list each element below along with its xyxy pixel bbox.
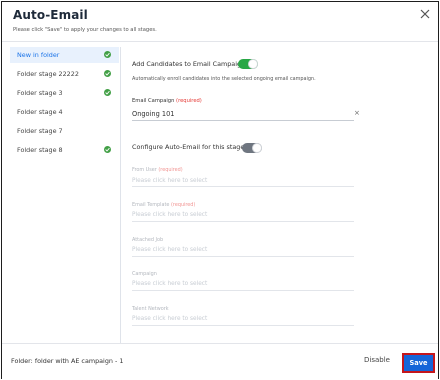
modal-header: Auto-Email Please click "Save" to apply …	[2, 2, 438, 42]
modal-title: Auto-Email	[13, 8, 88, 22]
email-template-label-text: Email Template	[132, 202, 170, 208]
toggle-knob	[248, 59, 258, 69]
folder-name-text: Folder: folder with AE campaign - 1	[11, 357, 124, 365]
modal-subtitle: Please click "Save" to apply your change…	[13, 27, 157, 33]
sidebar-item-label: New in folder	[17, 51, 60, 59]
sidebar-item-folder-stage-22222[interactable]: Folder stage 22222	[10, 66, 119, 82]
close-icon	[420, 9, 430, 19]
configure-auto-email-label: Configure Auto-Email for this stage	[132, 143, 245, 151]
from-user-label-text: From User	[132, 167, 157, 173]
required-marker: (required)	[171, 202, 196, 208]
save-button[interactable]: Save	[402, 353, 435, 373]
sidebar-item-label: Folder stage 7	[17, 127, 63, 135]
sidebar-item-folder-stage-4[interactable]: Folder stage 4	[10, 104, 119, 120]
email-template-underline	[132, 221, 354, 222]
sidebar-item-folder-stage-7[interactable]: Folder stage 7	[10, 123, 119, 139]
attached-job-label: Attached Job	[132, 237, 164, 243]
configure-auto-email-toggle[interactable]	[242, 143, 262, 153]
campaign-underline	[132, 290, 354, 291]
from-user-select[interactable]: Please click here to select	[132, 178, 207, 184]
talent-network-select[interactable]: Please click here to select	[132, 316, 207, 322]
email-campaign-label: Email Campaign (required)	[132, 98, 202, 104]
sidebar-item-label: Folder stage 22222	[17, 70, 79, 78]
add-candidates-toggle[interactable]	[238, 59, 258, 69]
attached-job-select[interactable]: Please click here to select	[132, 247, 207, 253]
sidebar-item-folder-stage-8[interactable]: Folder stage 8	[10, 142, 119, 158]
sidebar-divider	[120, 47, 121, 343]
disable-button[interactable]: Disable	[364, 356, 390, 364]
check-icon	[104, 146, 111, 153]
check-icon	[104, 89, 111, 96]
campaign-label: Campaign	[132, 271, 157, 277]
email-template-select[interactable]: Please click here to select	[132, 212, 207, 218]
sidebar-item-new-in-folder[interactable]: New in folder	[10, 47, 119, 63]
clear-campaign-icon[interactable]: ×	[354, 109, 360, 117]
toggle-knob	[252, 143, 262, 153]
modal-footer: Folder: folder with AE campaign - 1 Disa…	[2, 343, 438, 379]
from-user-label: From User (required)	[132, 167, 183, 173]
required-marker: (required)	[158, 167, 183, 173]
sidebar-item-label: Folder stage 8	[17, 146, 63, 154]
check-icon	[104, 70, 111, 77]
required-marker: (required)	[176, 98, 202, 104]
email-template-label: Email Template (required)	[132, 202, 195, 208]
close-button[interactable]	[418, 7, 432, 21]
add-candidates-label: Add Candidates to Email Campaign	[132, 60, 246, 68]
sidebar-item-folder-stage-3[interactable]: Folder stage 3	[10, 85, 119, 101]
stage-sidebar: New in folder Folder stage 22222 Folder …	[10, 47, 119, 343]
check-icon	[104, 51, 111, 58]
stage-settings-panel: Add Candidates to Email Campaign Automat…	[132, 47, 432, 343]
add-candidates-description: Automatically enroll candidates into the…	[132, 76, 316, 82]
attached-job-underline	[132, 256, 354, 257]
email-campaign-value[interactable]: Ongoing 101	[132, 110, 174, 118]
email-campaign-label-text: Email Campaign	[132, 98, 175, 104]
campaign-select[interactable]: Please click here to select	[132, 281, 207, 287]
sidebar-item-label: Folder stage 3	[17, 89, 63, 97]
auto-email-modal: Auto-Email Please click "Save" to apply …	[1, 1, 439, 379]
email-campaign-underline	[132, 120, 354, 121]
from-user-underline	[132, 186, 354, 187]
talent-network-underline	[132, 325, 354, 326]
sidebar-item-label: Folder stage 4	[17, 108, 63, 116]
talent-network-label: Talent Network	[132, 306, 169, 312]
